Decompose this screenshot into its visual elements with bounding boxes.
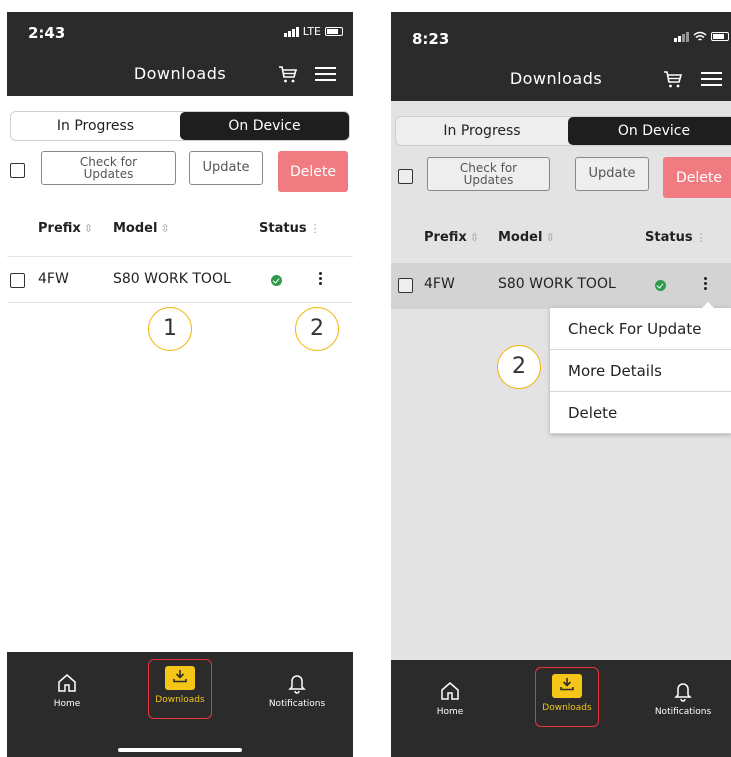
bell-icon <box>288 675 306 694</box>
signal-icon <box>283 26 299 37</box>
nav-notifications-label: Notifications <box>654 707 712 717</box>
home-indicator <box>118 748 242 752</box>
delete-button[interactable]: Delete <box>278 151 348 192</box>
menu-item-more-details[interactable]: More Details <box>550 350 731 392</box>
segmented-control: In Progress On Device <box>395 116 731 146</box>
column-header-prefix[interactable]: Prefix ⇳ <box>424 230 479 245</box>
sort-icon: ⇳ <box>160 222 170 235</box>
kebab-icon[interactable] <box>319 272 323 287</box>
delete-button[interactable]: Delete <box>663 157 731 198</box>
callout-1: 1 <box>148 307 192 351</box>
update-button[interactable]: Update <box>575 157 649 191</box>
tab-in-progress[interactable]: In Progress <box>396 117 568 145</box>
app-header: Downloads <box>7 53 353 96</box>
sort-icon: ⇳ <box>469 231 479 244</box>
column-header-prefix[interactable]: Prefix ⇳ <box>38 221 93 236</box>
row-model: S80 WORK TOOL <box>113 271 231 287</box>
menu-pointer <box>702 302 714 308</box>
bottom-nav: Home Downloads Notifications <box>7 652 353 757</box>
status-icons <box>674 31 729 42</box>
nav-home[interactable]: Home <box>47 672 87 709</box>
tab-on-device[interactable]: On Device <box>568 117 731 145</box>
status-time: 8:23 <box>412 30 450 48</box>
menu-item-delete[interactable]: Delete <box>550 392 731 434</box>
nav-downloads[interactable]: Downloads <box>535 667 599 727</box>
app-header: Downloads <box>391 58 731 101</box>
column-header-model[interactable]: Model ⇳ <box>113 221 170 236</box>
sort-icon: ⋮ <box>695 231 707 244</box>
column-header-model[interactable]: Model ⇳ <box>498 230 555 245</box>
divider <box>7 302 353 303</box>
nav-home-label: Home <box>53 699 81 709</box>
page-title: Downloads <box>133 64 227 83</box>
nav-downloads[interactable]: Downloads <box>148 659 212 719</box>
nav-home-label: Home <box>436 707 464 717</box>
column-header-status[interactable]: Status ⋮ <box>645 230 707 245</box>
row-action-menu: Check For Update More Details Delete <box>550 302 731 434</box>
update-button[interactable]: Update <box>189 151 263 185</box>
nav-notifications[interactable]: Notifications <box>265 672 329 709</box>
table-row[interactable]: 4FW S80 WORK TOOL <box>391 263 731 309</box>
divider <box>7 256 353 257</box>
menu-item-check-for-update[interactable]: Check For Update <box>550 308 731 350</box>
tab-in-progress[interactable]: In Progress <box>11 112 180 140</box>
home-icon <box>441 682 459 700</box>
phone-screen-before: 2:43 LTE Downloads In Progress On Device… <box>7 12 353 757</box>
check-for-updates-button[interactable]: Check for Updates <box>427 157 550 191</box>
downloads-content: In Progress On Device Check for Updates … <box>391 101 731 660</box>
row-checkbox[interactable] <box>10 273 25 288</box>
cart-icon[interactable] <box>278 64 298 84</box>
bottom-nav: Home Downloads Notifications <box>391 660 731 757</box>
home-icon <box>58 674 76 692</box>
bell-icon <box>674 683 692 702</box>
network-label: LTE <box>302 25 321 38</box>
sort-icon: ⋮ <box>309 222 321 235</box>
nav-downloads-label: Downloads <box>155 695 205 705</box>
cart-icon[interactable] <box>663 69 683 89</box>
row-model: S80 WORK TOOL <box>498 276 616 292</box>
signal-icon <box>674 31 689 42</box>
select-all-checkbox[interactable] <box>10 163 25 178</box>
row-prefix: 4FW <box>424 276 455 292</box>
select-all-checkbox[interactable] <box>398 169 413 184</box>
battery-icon <box>325 27 343 36</box>
callout-2: 2 <box>295 307 339 351</box>
sort-icon: ⇳ <box>83 222 93 235</box>
check-circle-icon <box>655 280 666 291</box>
phone-screen-after: 8:23 Downloads In Progress On Device Che… <box>391 12 731 757</box>
wifi-icon <box>693 31 707 41</box>
check-circle-icon <box>271 275 282 286</box>
callout-2: 2 <box>497 345 541 389</box>
nav-notifications[interactable]: Notifications <box>651 680 715 717</box>
nav-notifications-label: Notifications <box>268 699 326 709</box>
nav-home[interactable]: Home <box>430 680 470 717</box>
download-icon <box>552 674 582 698</box>
status-bar: 8:23 <box>391 12 731 58</box>
battery-icon <box>711 32 729 41</box>
status-icons: LTE <box>283 25 343 38</box>
menu-icon[interactable] <box>701 72 722 87</box>
sort-icon: ⇳ <box>545 231 555 244</box>
nav-downloads-label: Downloads <box>542 703 592 713</box>
tab-on-device[interactable]: On Device <box>180 112 349 140</box>
downloads-content: In Progress On Device Check for Updates … <box>7 96 353 652</box>
row-prefix: 4FW <box>38 271 69 287</box>
menu-icon[interactable] <box>315 67 336 82</box>
download-icon <box>165 666 195 690</box>
segmented-control: In Progress On Device <box>10 111 350 141</box>
check-for-updates-button[interactable]: Check for Updates <box>41 151 176 185</box>
status-bar: 2:43 LTE <box>7 12 353 53</box>
status-time: 2:43 <box>28 24 66 42</box>
column-header-status[interactable]: Status ⋮ <box>259 221 321 236</box>
kebab-icon[interactable] <box>704 277 708 292</box>
row-checkbox[interactable] <box>398 278 413 293</box>
